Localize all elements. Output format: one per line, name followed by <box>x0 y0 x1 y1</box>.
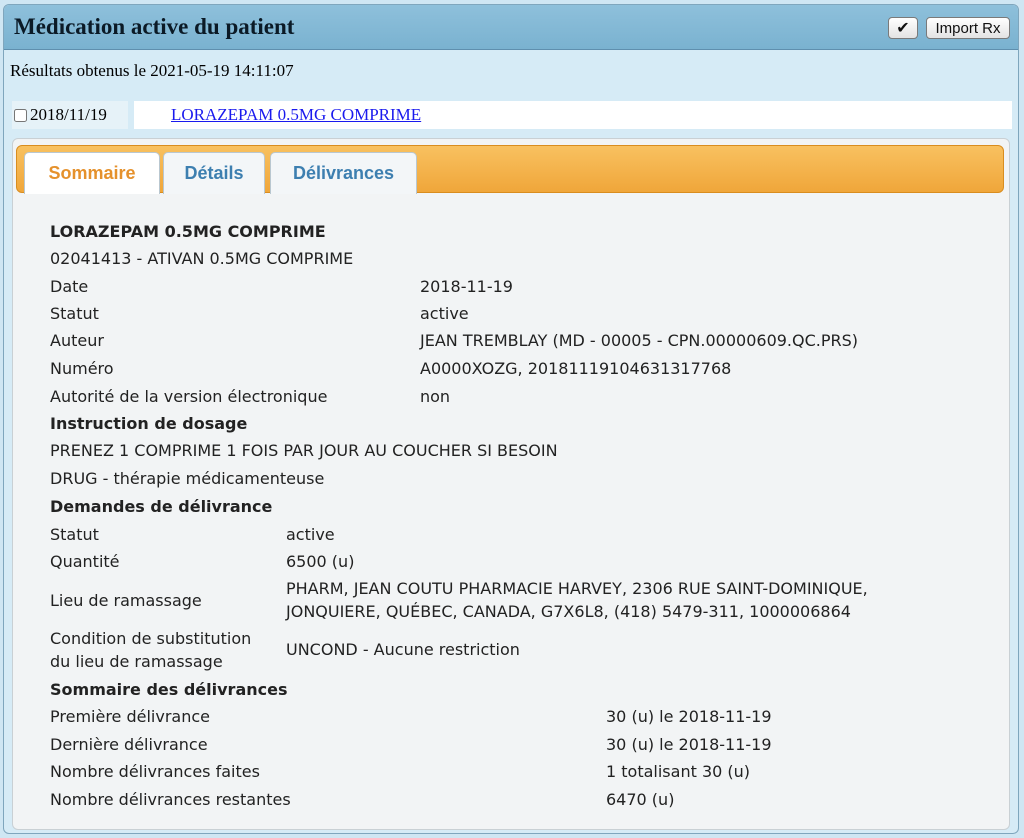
delivery-label-remaining: Nombre délivrances restantes <box>50 790 291 809</box>
delivery-label-done: Nombre délivrances faites <box>50 762 260 781</box>
therapy-text: DRUG - thérapie médicamenteuse <box>50 469 325 488</box>
field-label-date: Date <box>50 277 89 296</box>
field-value-autorite: non <box>420 387 451 406</box>
request-value-statut: active <box>286 525 335 544</box>
field-value-statut: active <box>420 304 469 323</box>
medication-link[interactable]: LORAZEPAM 0.5MG COMPRIME <box>171 105 421 125</box>
delivery-value-last: 30 (u) le 2018-11-19 <box>606 735 772 754</box>
field-label-numero: Numéro <box>50 359 114 378</box>
delivery-label-last: Dernière délivrance <box>50 735 208 754</box>
field-value-auteur: JEAN TREMBLAY (MD - 00005 - CPN.00000609… <box>420 331 859 350</box>
tab-sommaire[interactable]: Sommaire <box>24 152 160 194</box>
dosage-text: PRENEZ 1 COMPRIME 1 FOIS PAR JOUR AU COU… <box>50 441 558 460</box>
tab-delivrances[interactable]: Délivrances <box>270 152 417 194</box>
medication-link-cell: LORAZEPAM 0.5MG COMPRIME <box>134 101 1012 129</box>
request-label-statut: Statut <box>50 525 99 544</box>
request-value-condition: UNCOND - Aucune restriction <box>286 640 520 659</box>
request-value-lieu-line2: JONQUIERE, QUÉBEC, CANADA, G7X6L8, (418)… <box>286 602 851 621</box>
field-label-statut: Statut <box>50 304 99 323</box>
medication-checkbox[interactable] <box>14 108 27 122</box>
field-label-auteur: Auteur <box>50 331 104 350</box>
results-timestamp: Résultats obtenus le 2021-05-19 14:11:07 <box>10 61 294 80</box>
request-value-quantite: 6500 (u) <box>286 552 355 571</box>
delivery-value-first: 30 (u) le 2018-11-19 <box>606 707 772 726</box>
panel-header: Médication active du patient ✔ Import Rx <box>4 5 1018 50</box>
requests-heading: Demandes de délivrance <box>50 497 273 516</box>
delivery-label-first: Première délivrance <box>50 707 210 726</box>
medication-row: 2018/11/19 LORAZEPAM 0.5MG COMPRIME <box>12 101 1012 129</box>
panel-title: Médication active du patient <box>14 14 295 39</box>
request-label-lieu: Lieu de ramassage <box>50 591 202 610</box>
drug-name: LORAZEPAM 0.5MG COMPRIME <box>50 222 326 241</box>
field-value-numero: A0000XOZG, 20181119104631317768 <box>420 359 732 378</box>
field-label-autorite: Autorité de la version électronique <box>50 387 328 406</box>
request-label-condition-line2: du lieu de ramassage <box>50 652 223 671</box>
delivery-value-remaining: 6470 (u) <box>606 790 675 809</box>
medication-date: 2018/11/19 <box>30 105 107 124</box>
tab-bar: Sommaire Détails Délivrances <box>16 145 1004 194</box>
dosage-heading: Instruction de dosage <box>50 414 248 433</box>
field-value-date: 2018-11-19 <box>420 277 513 296</box>
request-label-quantite: Quantité <box>50 552 120 571</box>
summary-container: Sommaire Détails Délivrances LORAZEPAM 0… <box>12 138 1010 830</box>
drug-code: 02041413 - ATIVAN 0.5MG COMPRIME <box>50 249 354 268</box>
medication-panel: Médication active du patient ✔ Import Rx… <box>3 4 1019 834</box>
check-button[interactable]: ✔ <box>888 17 918 39</box>
medication-date-cell: 2018/11/19 <box>12 101 128 129</box>
deliveries-heading: Sommaire des délivrances <box>50 680 288 699</box>
delivery-value-done: 1 totalisant 30 (u) <box>606 762 751 781</box>
request-value-lieu-line1: PHARM, JEAN COUTU PHARMACIE HARVEY, 2306… <box>286 579 868 598</box>
import-rx-button[interactable]: Import Rx <box>926 17 1010 39</box>
tab-details[interactable]: Détails <box>163 152 265 194</box>
request-label-condition-line1: Condition de substitution <box>50 629 252 648</box>
